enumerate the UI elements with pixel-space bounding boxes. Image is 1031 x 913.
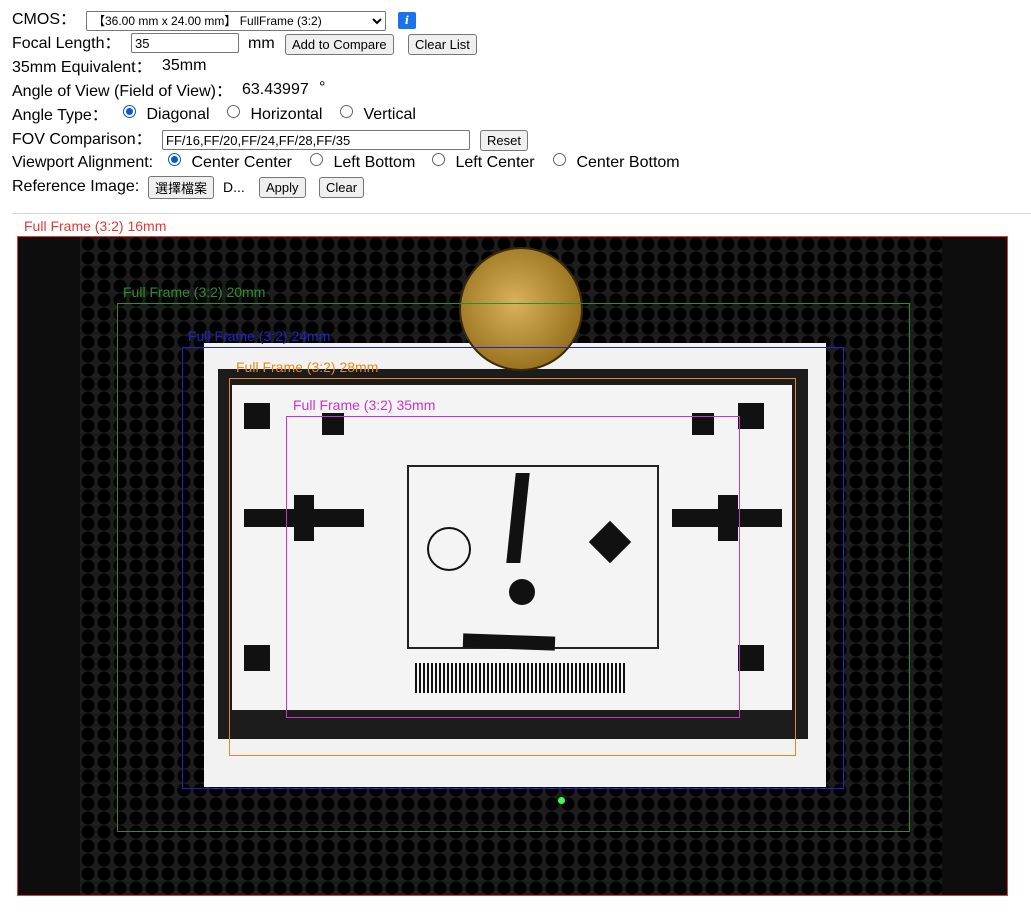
reference-image-label: Reference Image:: [12, 178, 140, 195]
frame-label-20mm: Full Frame (3:2) 20mm: [123, 284, 266, 300]
radio-left-center[interactable]: [432, 153, 445, 166]
reference-image-row: Reference Image: 選擇檔案 D... Apply Clear: [12, 175, 1012, 199]
angle-type-row: Angle Type： Diagonal Horizontal Vertical: [12, 104, 1012, 128]
angle-type-vertical-label: Vertical: [363, 106, 416, 123]
radio-horizontal[interactable]: [227, 105, 240, 118]
fov-comparison-label: FOV Comparison：: [12, 131, 152, 148]
frame-label-24mm: Full Frame (3:2) 24mm: [188, 328, 331, 344]
equivalent-label: 35mm Equivalent：: [12, 59, 152, 76]
angle-type-label: Angle Type：: [12, 107, 108, 124]
align-center-bottom-label: Center Bottom: [576, 154, 680, 171]
radio-diagonal[interactable]: [123, 105, 136, 118]
angle-type-horizontal[interactable]: Horizontal: [227, 103, 322, 127]
cmos-label: CMOS：: [12, 11, 77, 28]
clear-button[interactable]: Clear: [319, 177, 365, 198]
viewport-alignment-label: Viewport Alignment:: [12, 154, 154, 172]
preview-viewport[interactable]: Full Frame (3:2) 20mm Full Frame (3:2) 2…: [17, 236, 1008, 896]
choose-file-button[interactable]: 選擇檔案: [148, 176, 215, 199]
fov-comparison-row: FOV Comparison： Reset: [12, 128, 1012, 152]
cmos-select[interactable]: 【36.00 mm x 24.00 mm】 FullFrame (3:2): [86, 11, 386, 31]
align-left-bottom[interactable]: Left Bottom: [310, 152, 415, 173]
focal-length-label: Focal Length：: [12, 35, 121, 52]
frame-label-28mm: Full Frame (3:2) 28mm: [236, 359, 379, 375]
align-left-bottom-label: Left Bottom: [333, 154, 416, 171]
angle-of-view-row: Angle of View (Field of View)： 63.43997 …: [12, 79, 1012, 104]
add-to-compare-button[interactable]: Add to Compare: [285, 34, 394, 55]
focal-length-input[interactable]: [131, 33, 239, 53]
align-left-center-label: Left Center: [455, 154, 535, 171]
controls-panel: CMOS： 【36.00 mm x 24.00 mm】 FullFrame (3…: [12, 8, 1012, 199]
fov-frame-35mm: [286, 416, 740, 718]
align-center-bottom[interactable]: Center Bottom: [553, 152, 680, 173]
radio-center-bottom[interactable]: [553, 153, 566, 166]
frame-label-16mm: Full Frame (3:2) 16mm: [24, 218, 167, 234]
angle-type-diagonal-label: Diagonal: [146, 106, 210, 123]
angle-of-view-label: Angle of View (Field of View)：: [12, 83, 232, 100]
focal-length-unit: mm: [248, 35, 275, 52]
fov-comparison-input[interactable]: [162, 130, 470, 150]
angle-of-view-unit: °: [319, 79, 326, 96]
reset-button[interactable]: Reset: [480, 130, 528, 151]
clear-list-button[interactable]: Clear List: [408, 34, 477, 55]
align-center-center-label: Center Center: [191, 154, 292, 171]
equivalent-value: 35mm: [162, 57, 207, 74]
file-name-text: D...: [223, 179, 245, 195]
info-icon[interactable]: i: [398, 12, 416, 29]
radio-left-bottom[interactable]: [310, 153, 323, 166]
focal-length-row: Focal Length： mm Add to Compare Clear Li…: [12, 32, 1012, 56]
radio-vertical[interactable]: [340, 105, 353, 118]
radio-center-center[interactable]: [168, 153, 181, 166]
apply-button[interactable]: Apply: [259, 177, 306, 198]
viewport-alignment-row: Viewport Alignment: Center Center Left B…: [12, 152, 1012, 173]
section-divider: [12, 213, 1031, 214]
angle-type-horizontal-label: Horizontal: [250, 106, 323, 123]
angle-type-diagonal[interactable]: Diagonal: [123, 103, 210, 127]
align-left-center[interactable]: Left Center: [432, 152, 535, 173]
equivalent-row: 35mm Equivalent： 35mm: [12, 56, 1012, 80]
angle-type-vertical[interactable]: Vertical: [340, 103, 416, 127]
angle-of-view-value: 63.43997: [242, 81, 309, 98]
align-center-center[interactable]: Center Center: [168, 152, 292, 173]
cmos-row: CMOS： 【36.00 mm x 24.00 mm】 FullFrame (3…: [12, 8, 1012, 32]
frame-label-35mm: Full Frame (3:2) 35mm: [293, 397, 436, 413]
